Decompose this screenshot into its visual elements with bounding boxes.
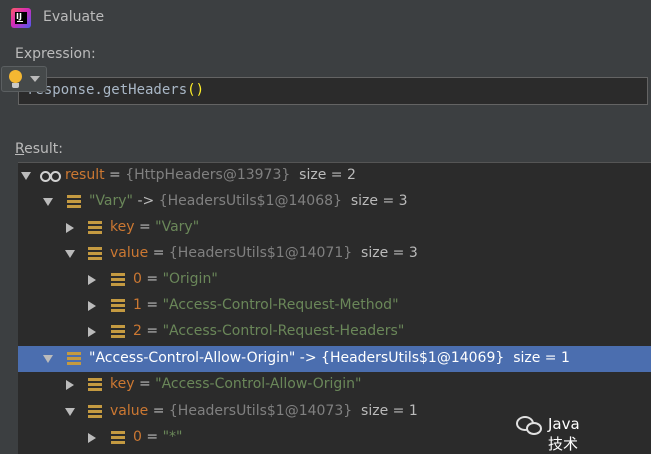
field-icon [111, 431, 125, 444]
tree-row-value[interactable]: value = {HeadersUtils$1@14071} size = 3 [18, 241, 651, 267]
expression-parens: () [187, 82, 205, 98]
expression-code-text: response.getHeaders [27, 82, 188, 98]
field-icon [67, 352, 81, 365]
node-separator: = [148, 245, 169, 261]
node-value: "Vary" [155, 219, 200, 235]
intellij-idea-icon: IJ [11, 8, 31, 28]
intention-actions-button[interactable] [1, 66, 47, 92]
expand-arrow-icon[interactable] [43, 198, 53, 206]
node-name: key [110, 376, 135, 392]
field-icon [111, 325, 125, 338]
tree-row-text: value = {HeadersUtils$1@14071} size = 3 [110, 245, 418, 261]
app-icon-letters: IJ [15, 12, 27, 24]
node-value: {HeadersUtils$1@14073} [168, 403, 353, 419]
lightbulb-icon [9, 70, 22, 83]
node-value: {HeadersUtils$1@14071} [168, 245, 353, 261]
window-title: Evaluate [43, 9, 105, 25]
result-tree[interactable]: result = {HttpHeaders@13973} size = 2 "V… [18, 162, 651, 454]
node-size: size = 3 [361, 245, 418, 261]
expand-arrow-icon[interactable] [65, 250, 75, 258]
node-value: {HttpHeaders@13973} [125, 167, 291, 183]
node-value: "Access-Control-Request-Headers" [162, 323, 405, 339]
collapse-arrow-icon[interactable] [88, 433, 96, 443]
lightbulb-base-icon [12, 83, 19, 88]
node-separator: -> [133, 193, 159, 209]
expand-arrow-icon[interactable] [65, 408, 75, 416]
node-separator: = [104, 167, 126, 183]
wechat-icon [516, 414, 546, 436]
node-name: 1 [133, 297, 142, 313]
expand-arrow-icon[interactable] [43, 355, 53, 363]
collapse-arrow-icon[interactable] [88, 275, 96, 285]
field-icon [88, 378, 102, 391]
tree-row-text: 1 = "Access-Control-Request-Method" [133, 297, 399, 313]
tree-row-text: 0 = "*" [133, 429, 182, 445]
expression-label: Expression: [15, 46, 96, 62]
collapse-arrow-icon[interactable] [88, 301, 96, 311]
title-bar: IJ Evaluate [0, 0, 651, 36]
node-name: 0 [133, 429, 142, 445]
node-separator: = [134, 219, 156, 235]
tree-row-item[interactable]: 2 = "Access-Control-Request-Headers" [18, 319, 651, 345]
node-name: key [110, 219, 135, 235]
result-label-mnemonic: R [15, 141, 25, 157]
node-value: {HeadersUtils$1@14068} [158, 193, 342, 209]
node-value: "Access-Control-Allow-Origin" [155, 376, 362, 392]
node-name: "Access-Control-Allow-Origin" [89, 350, 296, 366]
tree-row-text: "Vary" -> {HeadersUtils$1@14068} size = … [89, 193, 408, 209]
tree-row-text: 0 = "Origin" [133, 271, 218, 287]
watermark-text: Java技术栈 [548, 415, 580, 453]
field-icon [67, 195, 81, 208]
node-separator: = [141, 297, 163, 313]
expand-arrow-icon[interactable] [21, 172, 31, 180]
node-name: value [110, 245, 149, 261]
field-icon [88, 221, 102, 234]
node-separator: -> [295, 350, 322, 366]
node-separator: = [134, 376, 156, 392]
tree-row-text: key = "Vary" [110, 219, 199, 235]
node-separator: = [141, 323, 163, 339]
tree-row-key[interactable]: key = "Access-Control-Allow-Origin" [18, 372, 651, 398]
node-value: "Origin" [162, 271, 218, 287]
field-icon [88, 247, 102, 260]
node-separator: = [141, 429, 163, 445]
tree-row-text: key = "Access-Control-Allow-Origin" [110, 376, 362, 392]
node-name: value [110, 403, 149, 419]
node-size: size = 1 [513, 350, 570, 366]
tree-row-allow-origin[interactable]: "Access-Control-Allow-Origin" -> {Header… [18, 346, 651, 372]
expression-code[interactable]: response.getHeaders() [27, 82, 204, 98]
tree-row-vary[interactable]: "Vary" -> {HeadersUtils$1@14068} size = … [18, 189, 651, 215]
result-label: Result: [15, 141, 63, 157]
node-value: "*" [162, 429, 183, 445]
node-size: size = 1 [361, 403, 418, 419]
node-name: result [65, 167, 105, 183]
tree-row-result[interactable]: result = {HttpHeaders@13973} size = 2 [18, 163, 651, 189]
collapse-arrow-icon[interactable] [88, 327, 96, 337]
node-name: 2 [133, 323, 142, 339]
node-separator: = [141, 271, 163, 287]
node-name: "Vary" [89, 193, 133, 209]
result-label-rest: esult: [24, 141, 63, 157]
tree-row-text: result = {HttpHeaders@13973} size = 2 [65, 167, 356, 183]
tree-row-item[interactable]: 0 = "Origin" [18, 267, 651, 293]
field-icon [88, 405, 102, 418]
node-value: {HeadersUtils$1@14069} [321, 350, 505, 366]
expression-input[interactable]: response.getHeaders() [18, 77, 648, 105]
node-separator: = [148, 403, 169, 419]
tree-row-item[interactable]: 1 = "Access-Control-Request-Method" [18, 293, 651, 319]
field-icon [111, 299, 125, 312]
tree-row-key[interactable]: key = "Vary" [18, 215, 651, 241]
tree-row-text: 2 = "Access-Control-Request-Headers" [133, 323, 404, 339]
node-name: 0 [133, 271, 142, 287]
field-icon [111, 273, 125, 286]
tree-row-text: "Access-Control-Allow-Origin" -> {Header… [89, 350, 570, 366]
node-value: "Access-Control-Request-Method" [162, 297, 399, 313]
node-size: size = 3 [350, 193, 408, 209]
chevron-down-icon [30, 76, 40, 82]
collapse-arrow-icon[interactable] [66, 223, 74, 233]
collapse-arrow-icon[interactable] [66, 380, 74, 390]
watch-icon [40, 170, 62, 182]
tree-row-text: value = {HeadersUtils$1@14073} size = 1 [110, 403, 418, 419]
node-size: size = 2 [299, 167, 356, 183]
